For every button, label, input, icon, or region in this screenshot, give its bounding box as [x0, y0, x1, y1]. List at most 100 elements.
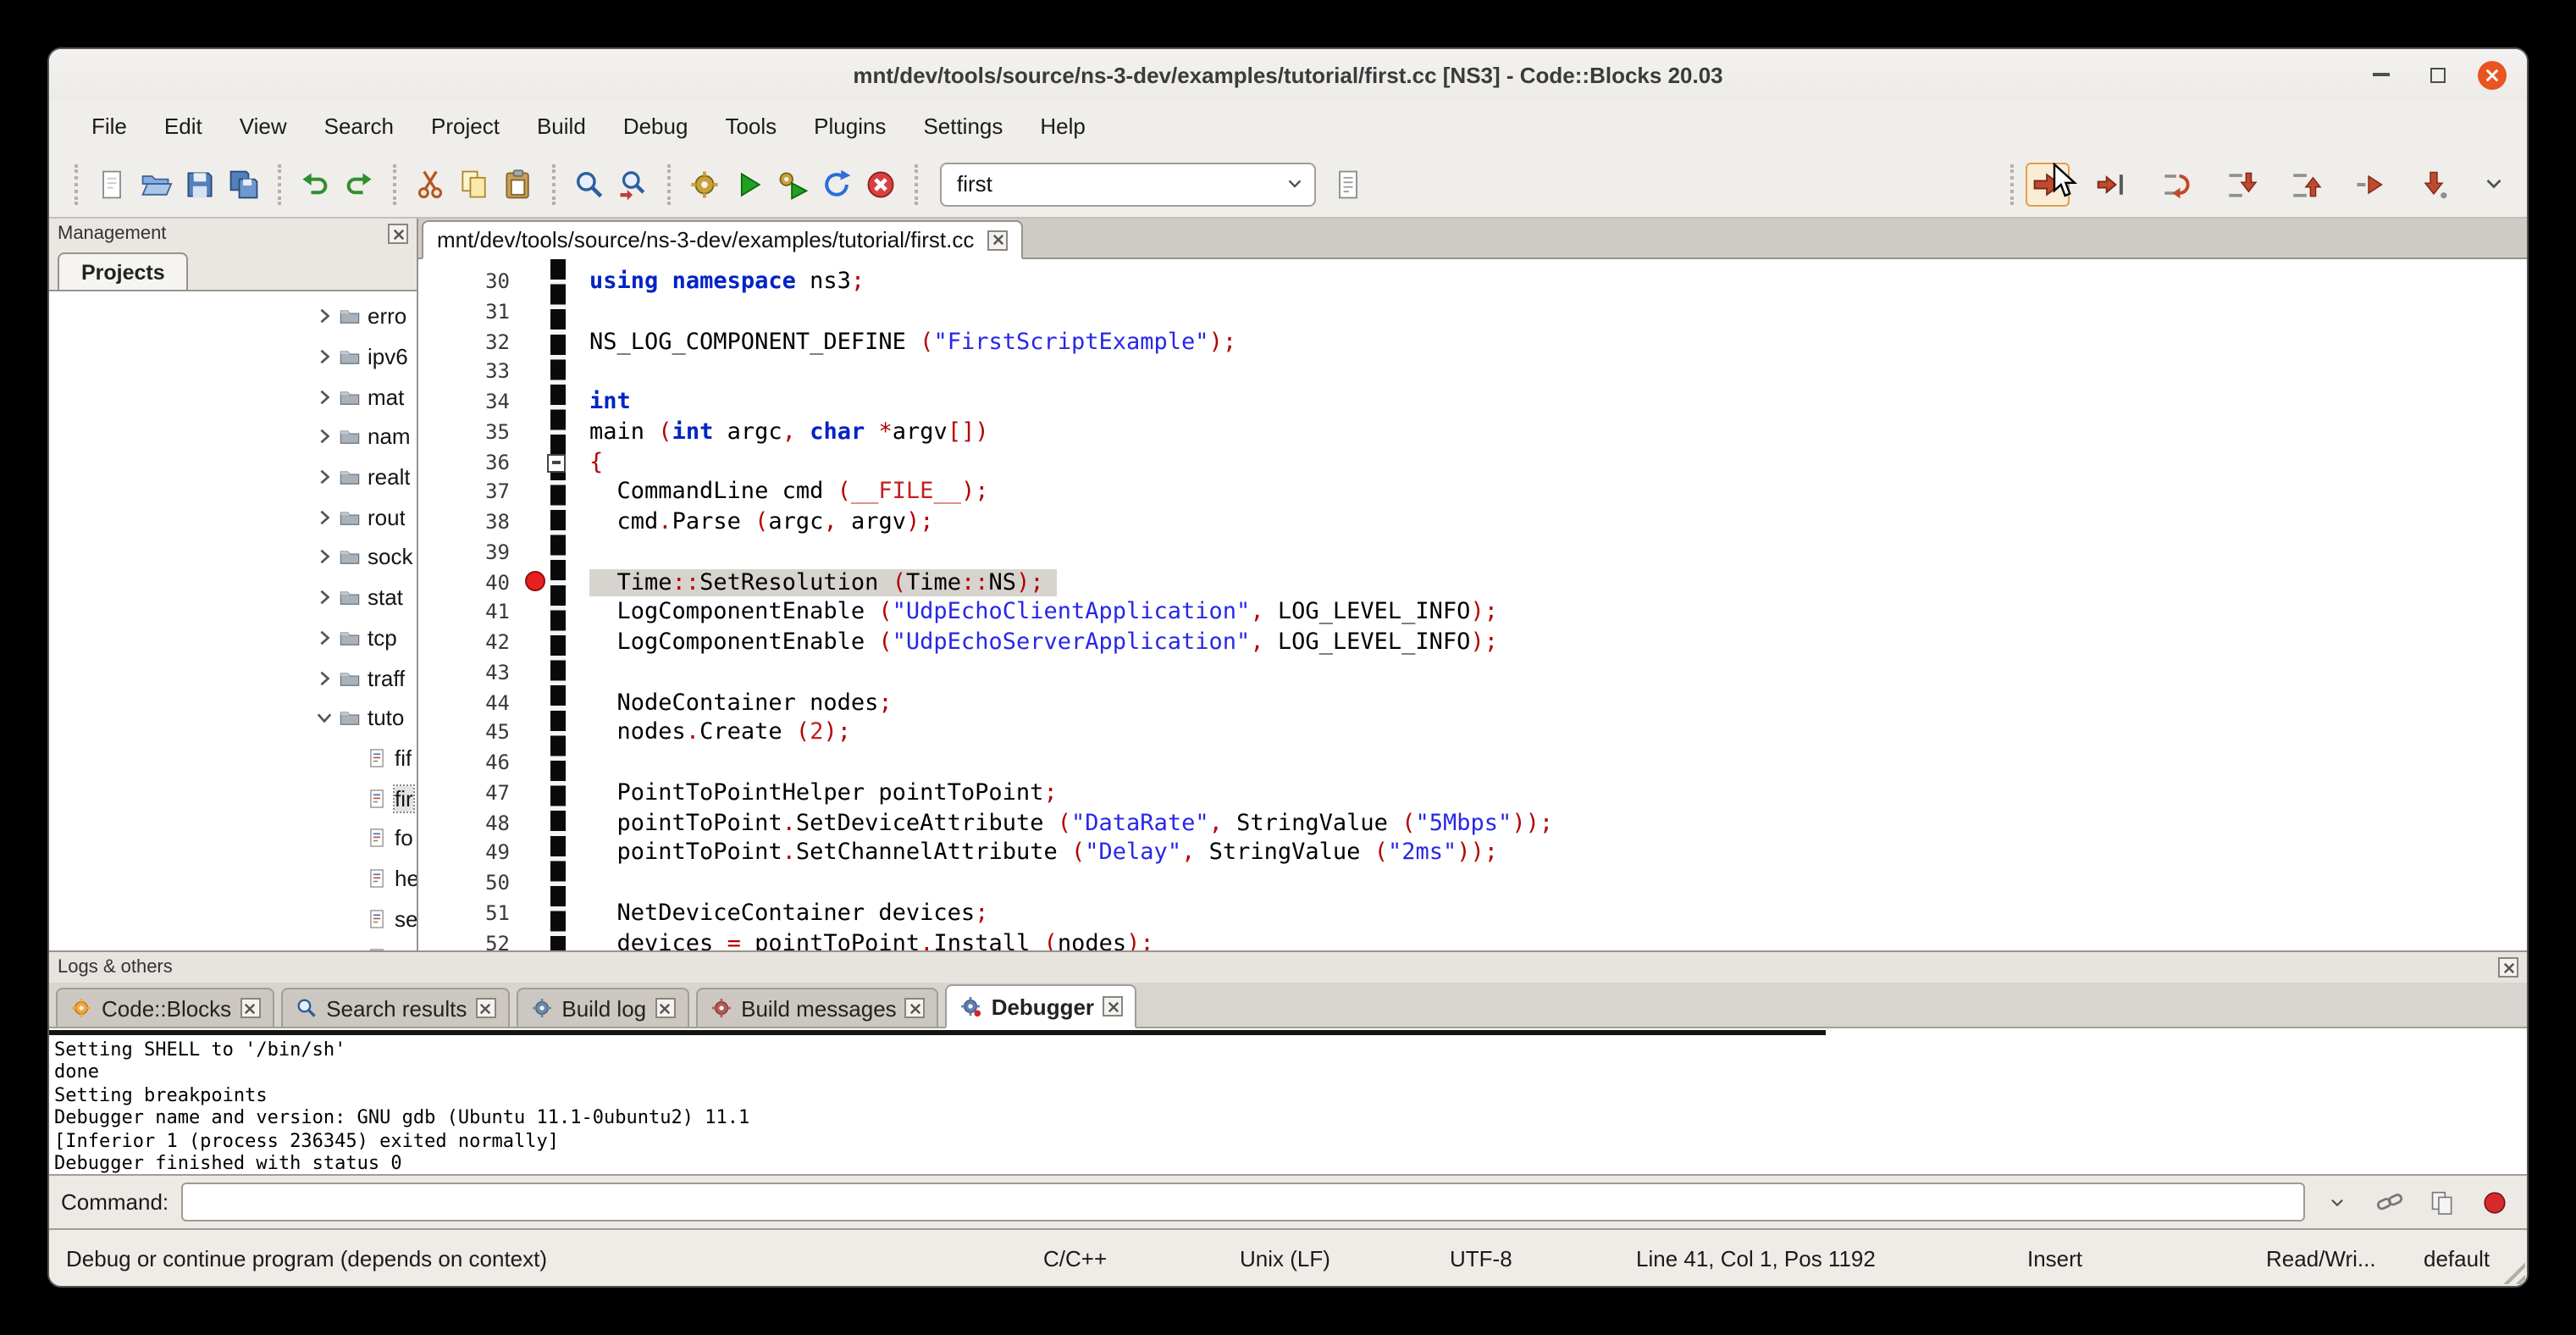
tree-item-stat[interactable]: stat	[49, 578, 417, 618]
next-line-button[interactable]	[2154, 162, 2198, 206]
chevron-right-icon[interactable]	[313, 349, 335, 364]
tree-item-nam[interactable]: nam	[49, 417, 417, 457]
breakpoint-margin[interactable]	[523, 839, 550, 870]
breakpoint-margin[interactable]	[523, 568, 550, 599]
breakpoint-margin[interactable]	[523, 358, 550, 389]
code-editor[interactable]: 30using namespace ns3;3132NS_LOG_COMPONE…	[418, 259, 2527, 950]
line-number[interactable]: 45	[418, 719, 523, 750]
log-tab-close-button[interactable]	[475, 998, 495, 1018]
line-number[interactable]: 33	[418, 358, 523, 389]
management-close-button[interactable]	[388, 224, 408, 244]
log-tab-build-messages[interactable]: Build messages	[695, 988, 939, 1027]
titlebar[interactable]: mnt/dev/tools/source/ns-3-dev/examples/t…	[49, 49, 2527, 100]
line-number[interactable]: 37	[418, 479, 523, 509]
tree-item-erro[interactable]: erro	[49, 296, 417, 336]
tab-projects[interactable]: Projects	[58, 252, 189, 290]
menu-project[interactable]: Project	[412, 106, 518, 145]
step-into-instruction-button[interactable]	[2412, 162, 2456, 206]
line-number[interactable]: 30	[418, 268, 523, 298]
document-button[interactable]	[1326, 162, 1370, 206]
tree-item-mat[interactable]: mat	[49, 377, 417, 417]
line-number[interactable]: 35	[418, 418, 523, 449]
breakpoint-margin[interactable]	[523, 809, 550, 839]
cut-button[interactable]	[408, 162, 452, 206]
log-tab-close-button[interactable]	[240, 998, 260, 1018]
line-number[interactable]: 32	[418, 328, 523, 358]
line-number[interactable]: 40	[418, 568, 523, 599]
save-button[interactable]	[178, 162, 222, 206]
build-button[interactable]	[683, 162, 727, 206]
command-input[interactable]	[180, 1183, 2305, 1221]
log-tab-build-log[interactable]: Build log	[516, 988, 688, 1027]
menu-view[interactable]: View	[221, 106, 306, 145]
breakpoint-margin[interactable]	[523, 539, 550, 569]
log-tab-code-blocks[interactable]: Code::Blocks	[56, 988, 274, 1027]
step-into-button[interactable]	[2219, 162, 2263, 206]
line-number[interactable]: 36	[418, 448, 523, 479]
replace-button[interactable]	[611, 162, 655, 206]
next-instruction-button[interactable]	[2347, 162, 2391, 206]
undo-button[interactable]	[293, 162, 337, 206]
line-number[interactable]: 46	[418, 749, 523, 779]
tree-item-se[interactable]: se	[49, 899, 417, 939]
tree-item-fir[interactable]: fir	[49, 778, 417, 818]
log-tab-search-results[interactable]: Search results	[280, 988, 509, 1027]
breakpoint-margin[interactable]	[523, 689, 550, 719]
save-all-button[interactable]	[222, 162, 266, 206]
breakpoint-margin[interactable]	[523, 479, 550, 509]
resize-grip[interactable]	[2496, 1255, 2525, 1284]
stop-button[interactable]	[2474, 1182, 2515, 1222]
menu-build[interactable]: Build	[518, 106, 605, 145]
breakpoint-margin[interactable]	[523, 929, 550, 950]
line-number[interactable]: 43	[418, 659, 523, 690]
chevron-down-icon[interactable]	[313, 710, 335, 725]
line-number[interactable]: 42	[418, 629, 523, 659]
copy-log-button[interactable]	[2422, 1182, 2463, 1222]
chevron-right-icon[interactable]	[313, 590, 335, 605]
run-button[interactable]	[727, 162, 771, 206]
build-and-run-button[interactable]	[771, 162, 815, 206]
menu-debug[interactable]: Debug	[605, 106, 707, 145]
chevron-down-icon[interactable]	[1284, 173, 1306, 195]
menu-search[interactable]: Search	[306, 106, 412, 145]
log-tab-close-button[interactable]	[1103, 996, 1123, 1016]
line-number[interactable]: 44	[418, 689, 523, 719]
run-to-cursor-button[interactable]	[2090, 162, 2134, 206]
log-tab-debugger[interactable]: Debugger	[946, 984, 1136, 1028]
tree-item-fo[interactable]: fo	[49, 818, 417, 858]
search-combobox[interactable]: first	[940, 162, 1316, 206]
tree-item-fif[interactable]: fif	[49, 738, 417, 778]
redo-button[interactable]	[337, 162, 381, 206]
tree-item-traff[interactable]: traff	[49, 657, 417, 697]
menu-settings[interactable]: Settings	[904, 106, 1021, 145]
open-file-button[interactable]	[134, 162, 178, 206]
tree-item-realt[interactable]: realt	[49, 457, 417, 497]
editor-tab[interactable]: mnt/dev/tools/source/ns-3-dev/examples/t…	[422, 220, 1023, 259]
breakpoint-margin[interactable]	[523, 508, 550, 539]
chevron-right-icon[interactable]	[313, 429, 335, 445]
breakpoint-margin[interactable]	[523, 629, 550, 659]
menu-edit[interactable]: Edit	[146, 106, 221, 145]
breakpoint-margin[interactable]	[523, 719, 550, 750]
step-out-button[interactable]	[2283, 162, 2327, 206]
logs-close-button[interactable]	[2498, 957, 2518, 978]
chevron-right-icon[interactable]	[313, 550, 335, 565]
tree-item-rout[interactable]: rout	[49, 497, 417, 537]
tree-item-he[interactable]: he	[49, 858, 417, 898]
breakpoint-marker[interactable]	[525, 572, 545, 592]
line-number[interactable]: 38	[418, 508, 523, 539]
line-number[interactable]: 49	[418, 839, 523, 870]
line-number[interactable]: 41	[418, 599, 523, 629]
tree-item-ipv6[interactable]: ipv6	[49, 336, 417, 376]
menu-plugins[interactable]: Plugins	[795, 106, 904, 145]
rebuild-button[interactable]	[815, 162, 859, 206]
line-number[interactable]: 31	[418, 298, 523, 329]
line-number[interactable]: 34	[418, 388, 523, 418]
menu-file[interactable]: File	[73, 106, 146, 145]
line-number[interactable]: 50	[418, 869, 523, 900]
menu-tools[interactable]: Tools	[706, 106, 795, 145]
toolbar-overflow-button[interactable]	[2473, 162, 2513, 206]
line-number[interactable]: 52	[418, 929, 523, 950]
fold-marker[interactable]	[547, 453, 566, 472]
chevron-right-icon[interactable]	[313, 630, 335, 645]
